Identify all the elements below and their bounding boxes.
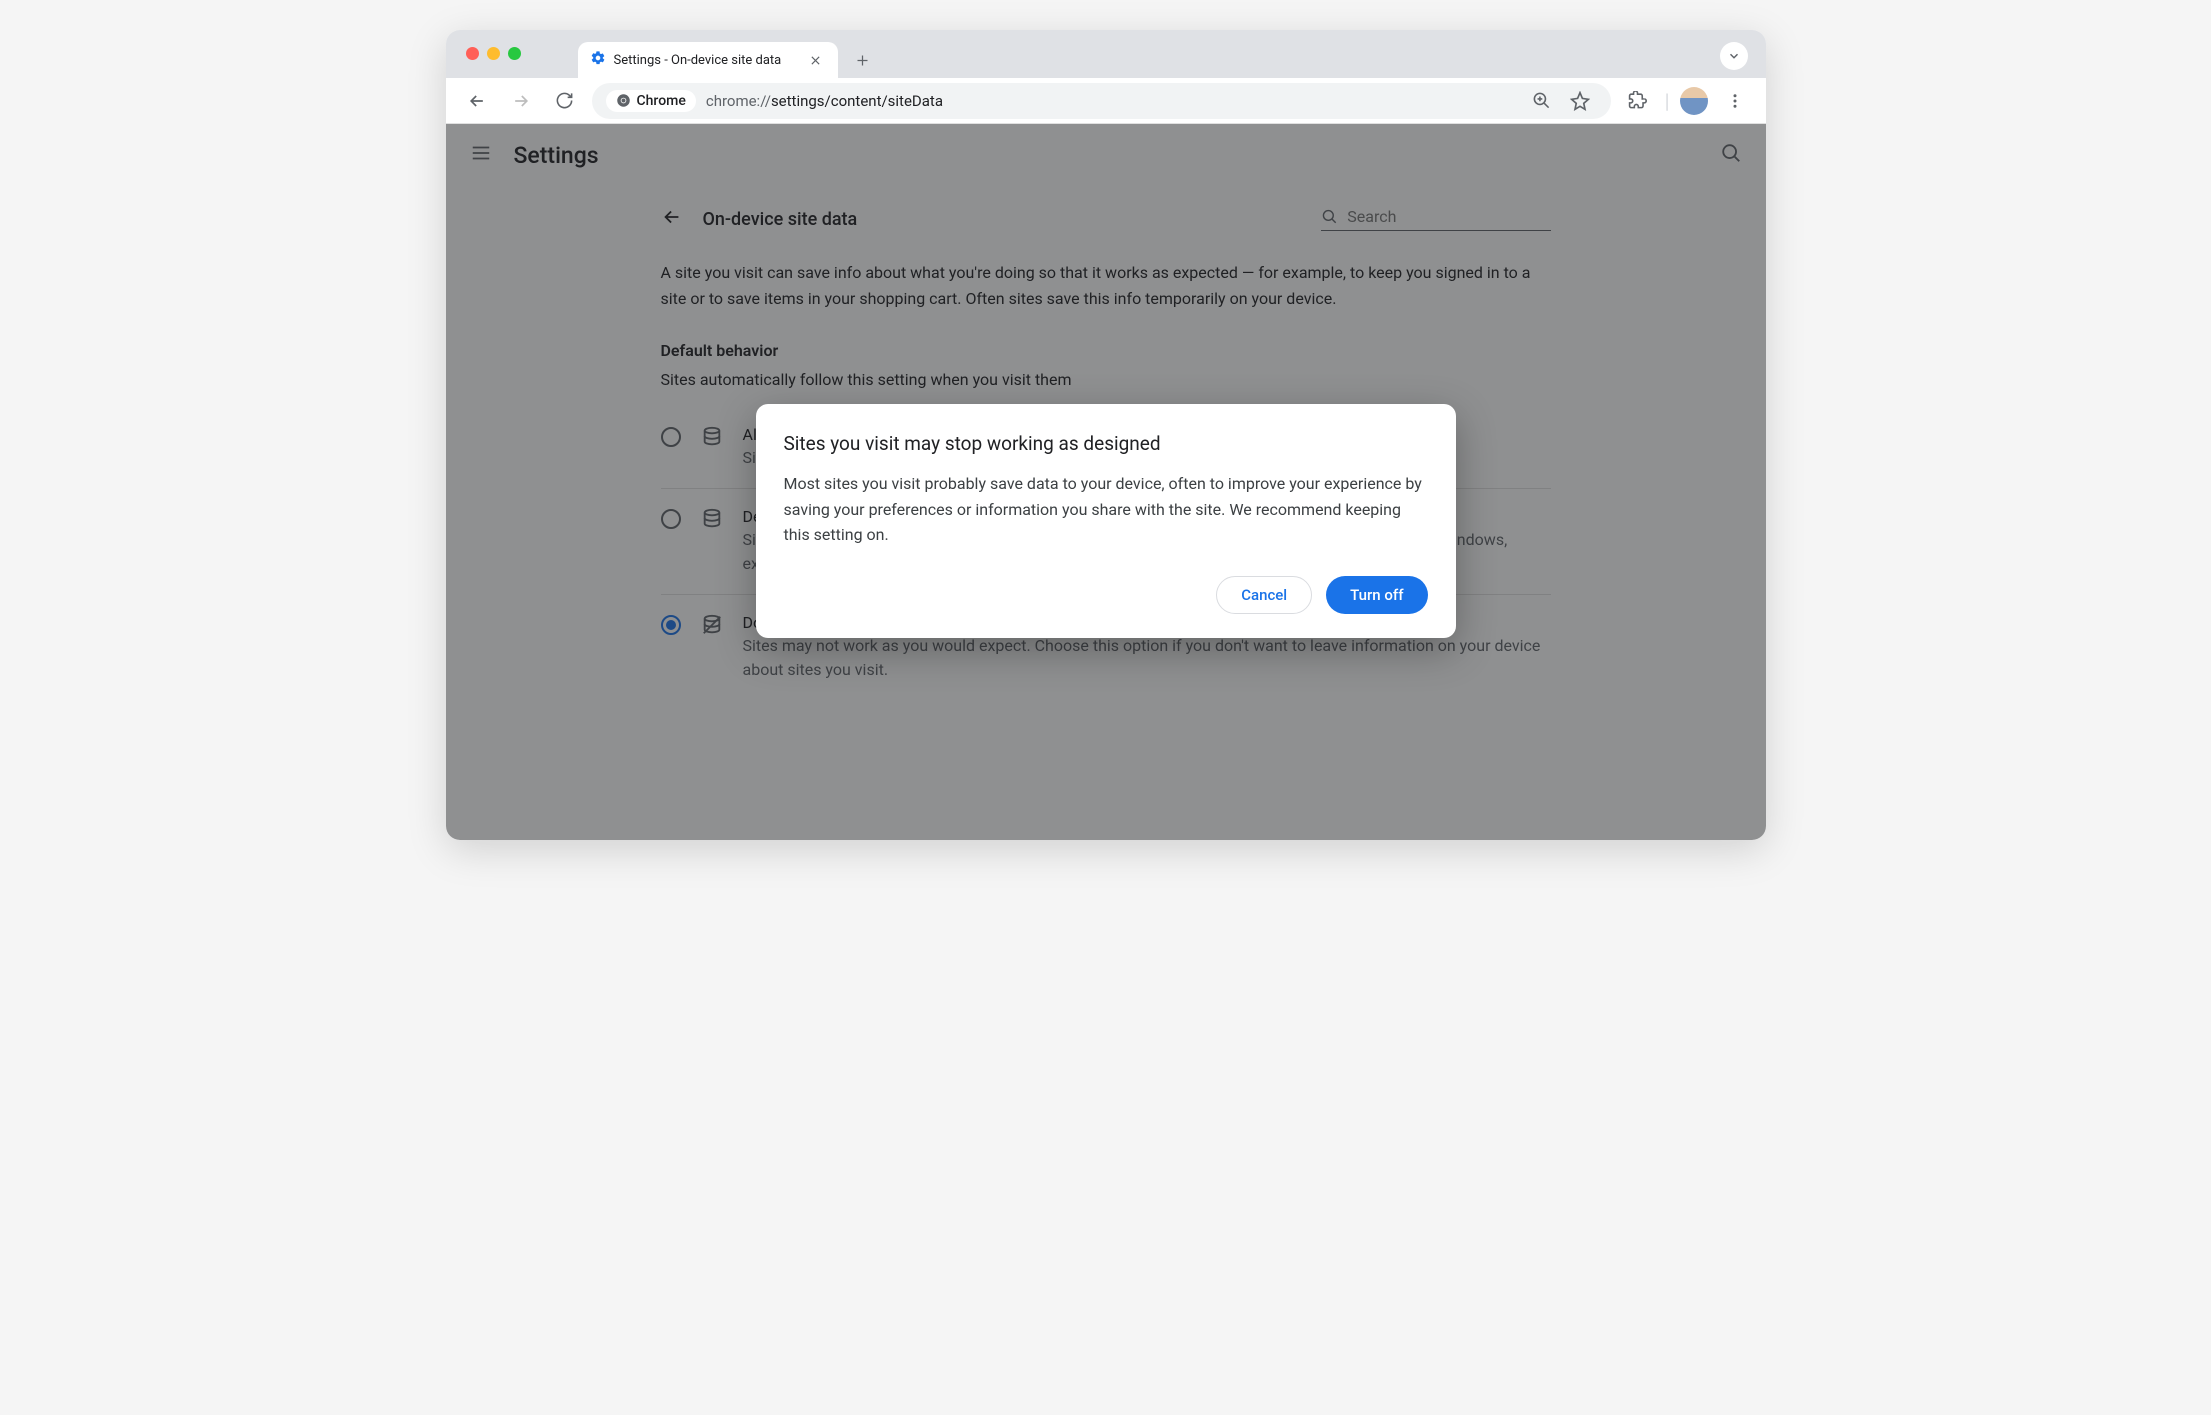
dialog-actions: Cancel Turn off xyxy=(784,576,1428,614)
back-button[interactable] xyxy=(460,84,494,118)
url-display: chrome://settings/content/siteData xyxy=(706,92,943,110)
tab-strip: Settings - On-device site data xyxy=(446,30,1766,78)
dialog-body: Most sites you visit probably save data … xyxy=(784,471,1428,548)
tab-title: Settings - On-device site data xyxy=(614,53,782,68)
cancel-button[interactable]: Cancel xyxy=(1216,576,1312,614)
address-bar[interactable]: Chrome chrome://settings/content/siteDat… xyxy=(592,83,1611,119)
tab-close-button[interactable] xyxy=(806,50,826,70)
browser-tab[interactable]: Settings - On-device site data xyxy=(578,42,838,78)
toolbar-separator: | xyxy=(1665,89,1670,113)
forward-button[interactable] xyxy=(504,84,538,118)
reload-button[interactable] xyxy=(548,84,582,118)
chrome-icon xyxy=(616,93,631,108)
window-minimize-button[interactable] xyxy=(487,47,500,60)
new-tab-button[interactable] xyxy=(848,45,878,75)
confirm-dialog: Sites you visit may stop working as desi… xyxy=(756,404,1456,638)
bookmark-star-button[interactable] xyxy=(1563,84,1597,118)
site-chip-label: Chrome xyxy=(637,93,686,109)
extensions-button[interactable] xyxy=(1621,84,1655,118)
profile-avatar[interactable] xyxy=(1680,87,1708,115)
window-controls xyxy=(466,47,521,60)
browser-window: Settings - On-device site data Chrome xyxy=(446,30,1766,840)
dialog-title: Sites you visit may stop working as desi… xyxy=(784,432,1428,455)
tab-overflow-button[interactable] xyxy=(1720,42,1748,70)
toolbar: Chrome chrome://settings/content/siteDat… xyxy=(446,78,1766,124)
gear-icon xyxy=(590,50,606,70)
window-close-button[interactable] xyxy=(466,47,479,60)
settings-page: Settings On-device site data A site you … xyxy=(446,124,1766,840)
chrome-menu-button[interactable] xyxy=(1718,84,1752,118)
window-maximize-button[interactable] xyxy=(508,47,521,60)
zoom-icon[interactable] xyxy=(1525,84,1559,118)
turn-off-button[interactable]: Turn off xyxy=(1326,576,1427,614)
site-chip[interactable]: Chrome xyxy=(606,90,696,112)
